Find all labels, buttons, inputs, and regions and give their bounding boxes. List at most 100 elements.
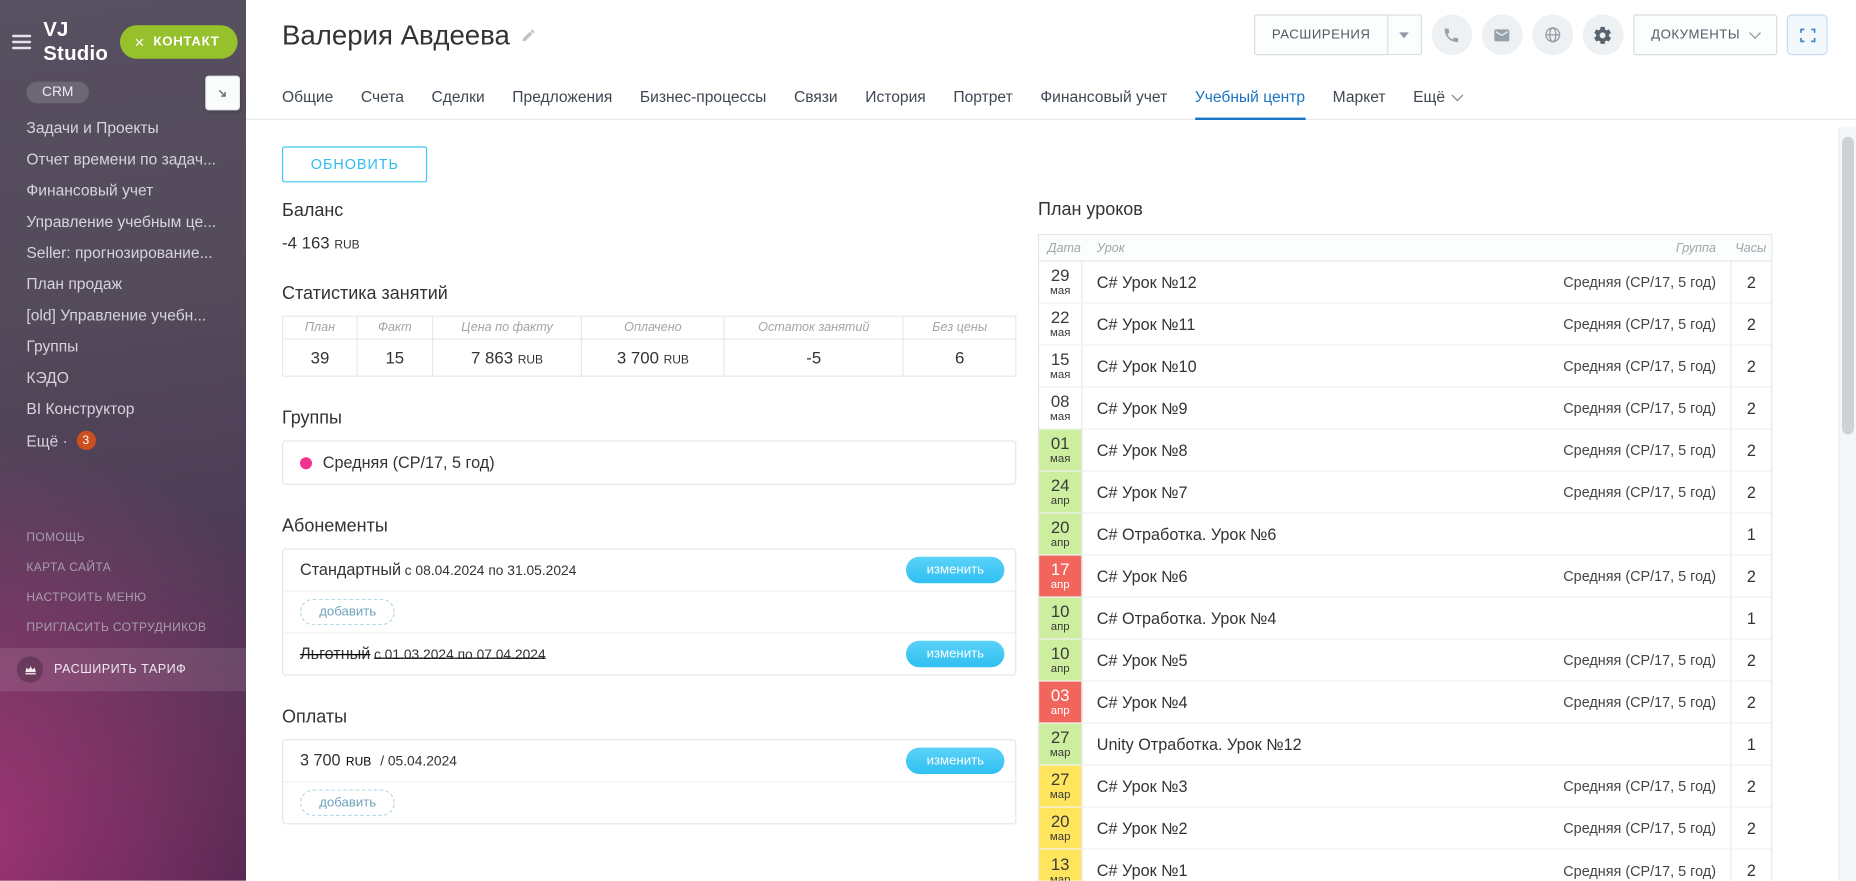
lesson-date-cell: 10 апр [1039, 598, 1082, 639]
extensions-dropdown-button[interactable] [1388, 14, 1422, 55]
tab[interactable]: История [865, 77, 926, 120]
refresh-button[interactable]: ОБНОВИТЬ [282, 146, 428, 182]
lesson-date-cell: 20 мар [1039, 808, 1082, 849]
sidebar-menu-item[interactable]: Финансовый учет [26, 181, 246, 199]
lesson-name: Unity Отработка. Урок №12 [1097, 735, 1302, 753]
lesson-date-cell: 15 мая [1039, 346, 1082, 387]
balance-value: -4 163 RUB [282, 233, 1019, 252]
sidebar-footer-link[interactable]: НАСТРОИТЬ МЕНЮ [26, 592, 206, 605]
lesson-plan-table: Дата Урок Группа Часы 29 мая [1038, 234, 1772, 881]
sidebar-footer-link[interactable]: ПРИГЛАСИТЬ СОТРУДНИКОВ [26, 622, 206, 635]
sidebar-menu-item[interactable]: План продаж [26, 275, 246, 293]
group-item[interactable]: Средняя (СР/17, 5 год) [282, 440, 1016, 484]
edit-subscription-button[interactable]: изменить [906, 641, 1004, 667]
lesson-date-cell: 24 апр [1039, 472, 1082, 513]
tab[interactable]: Общие [282, 77, 333, 120]
settings-gear-icon[interactable] [1583, 14, 1624, 55]
caret-down-icon [1400, 32, 1410, 38]
lesson-row[interactable]: 17 апр C# Урок №6 Средняя (СР/17, 5 год)… [1039, 556, 1771, 598]
tab[interactable]: Ещё [1413, 77, 1462, 120]
lesson-group: Средняя (СР/17, 5 год) [1563, 316, 1730, 333]
tab[interactable]: Предложения [512, 77, 612, 120]
add-subscription-button[interactable]: добавить [300, 599, 395, 625]
subscription-row: Стандартныйс 08.04.2024 по 31.05.2024 из… [283, 550, 1015, 592]
sidebar-menu-item[interactable]: Seller: прогнозирование... [26, 244, 246, 262]
edit-payment-button[interactable]: изменить [906, 748, 1004, 774]
close-icon[interactable]: × [134, 34, 145, 51]
add-payment-button[interactable]: добавить [300, 790, 395, 816]
stats-value: 15 [357, 339, 432, 376]
globe-icon[interactable] [1532, 14, 1573, 55]
lesson-row[interactable]: 27 мар Unity Отработка. Урок №12 1 [1039, 724, 1771, 766]
sidebar-menu-item[interactable]: [old] Управление учебн... [26, 306, 246, 324]
fullscreen-icon[interactable] [1787, 14, 1828, 55]
lesson-row[interactable]: 08 мая C# Урок №9 Средняя (СР/17, 5 год)… [1039, 388, 1771, 430]
vertical-scrollbar[interactable] [1838, 127, 1856, 881]
crm-badge: CRM [26, 82, 89, 104]
phone-icon[interactable] [1432, 14, 1473, 55]
tab[interactable]: Финансовый учет [1040, 77, 1167, 120]
lesson-row[interactable]: 01 мая C# Урок №8 Средняя (СР/17, 5 год)… [1039, 430, 1771, 472]
lesson-hours: 1 [1730, 598, 1771, 639]
documents-button[interactable]: ДОКУМЕНТЫ [1633, 14, 1777, 55]
stats-value: -5 [724, 339, 904, 376]
extensions-button[interactable]: РАСШИРЕНИЯ [1254, 14, 1389, 55]
sidebar-footer-link[interactable]: КАРТА САЙТА [26, 562, 206, 575]
sidebar-menu-item[interactable]: Отчет времени по задач... [26, 150, 246, 168]
lesson-row[interactable]: 10 апр C# Отработка. Урок №4 1 [1039, 598, 1771, 640]
lesson-row[interactable]: 13 мар C# Урок №1 Средняя (СР/17, 5 год)… [1039, 850, 1771, 881]
lesson-name: C# Урок №3 [1097, 777, 1188, 795]
tab[interactable]: Связи [794, 77, 838, 120]
lesson-row[interactable]: 10 апр C# Урок №5 Средняя (СР/17, 5 год)… [1039, 640, 1771, 682]
app-logo[interactable]: VJ Studio [43, 18, 108, 66]
lesson-row[interactable]: 24 апр C# Урок №7 Средняя (СР/17, 5 год)… [1039, 472, 1771, 514]
contact-entity-button[interactable]: × КОНТАКТ [120, 25, 237, 59]
sidebar-footer-links: ПОМОЩЬ КАРТА САЙТА НАСТРОИТЬ МЕНЮ ПРИГЛА… [26, 532, 206, 652]
sidebar-footer-link[interactable]: ПОМОЩЬ [26, 532, 206, 545]
tab[interactable]: Сделки [432, 77, 485, 120]
sidebar-menu-item-label: Задачи и Проекты [26, 119, 158, 137]
tab[interactable]: Учебный центр [1195, 77, 1305, 120]
lesson-hours: 1 [1730, 724, 1771, 765]
lesson-row[interactable]: 29 мая C# Урок №12 Средняя (СР/17, 5 год… [1039, 262, 1771, 304]
main-area: Валерия Авдеева РАСШИРЕНИЯ [246, 0, 1856, 881]
edit-subscription-button[interactable]: изменить [906, 557, 1004, 583]
groups-title: Группы [282, 408, 1019, 428]
lesson-name: C# Урок №7 [1097, 483, 1188, 501]
documents-button-label: ДОКУМЕНТЫ [1651, 28, 1740, 42]
collapse-sidebar-button[interactable] [205, 76, 240, 111]
lesson-date-cell: 10 апр [1039, 640, 1082, 681]
tab[interactable]: Бизнес-процессы [640, 77, 766, 120]
tab[interactable]: Счета [361, 77, 404, 120]
tab[interactable]: Портрет [953, 77, 1012, 120]
edit-title-icon[interactable] [521, 28, 537, 44]
sidebar-menu-item[interactable]: Группы [26, 337, 246, 355]
sidebar-menu-item[interactable]: Задачи и Проекты [26, 119, 246, 137]
hamburger-menu-icon[interactable] [12, 31, 31, 53]
tab[interactable]: Маркет [1333, 77, 1386, 120]
lesson-row[interactable]: 03 апр C# Урок №4 Средняя (СР/17, 5 год)… [1039, 682, 1771, 724]
lesson-date-cell: 27 мар [1039, 766, 1082, 807]
lesson-row[interactable]: 22 мая C# Урок №11 Средняя (СР/17, 5 год… [1039, 304, 1771, 346]
payments-box: 3 700 RUB / 05.04.2024 изменить добавить [282, 739, 1016, 824]
lesson-row[interactable]: 27 мар C# Урок №3 Средняя (СР/17, 5 год)… [1039, 766, 1771, 808]
sidebar-menu-item[interactable]: BI Конструктор [26, 400, 246, 418]
lesson-row[interactable]: 15 мая C# Урок №10 Средняя (СР/17, 5 год… [1039, 346, 1771, 388]
lesson-row[interactable]: 20 мар C# Урок №2 Средняя (СР/17, 5 год)… [1039, 808, 1771, 850]
lesson-date-cell: 22 мая [1039, 304, 1082, 345]
lesson-row[interactable]: 20 апр C# Отработка. Урок №6 1 [1039, 514, 1771, 556]
lesson-date-cell: 08 мая [1039, 388, 1082, 429]
stats-table: План Факт Цена по факту Оплачено Остаток… [282, 316, 1016, 377]
lesson-date-cell: 27 мар [1039, 724, 1082, 765]
lesson-date-cell: 01 мая [1039, 430, 1082, 471]
mail-icon[interactable] [1482, 14, 1523, 55]
lesson-group: Средняя (СР/17, 5 год) [1563, 820, 1730, 837]
scrollbar-thumb[interactable] [1842, 137, 1854, 435]
subscriptions-title: Абонементы [282, 516, 1019, 536]
sidebar-menu-item[interactable]: Ещё · 3 [26, 431, 246, 450]
sidebar-menu-item[interactable]: Управление учебным це... [26, 212, 246, 230]
expand-tariff-button[interactable]: РАСШИРИТЬ ТАРИФ [0, 648, 246, 691]
lesson-table-header: Дата Урок Группа Часы [1039, 235, 1771, 261]
sidebar-menu-item[interactable]: КЭДО [26, 368, 246, 386]
currency-label: RUB [334, 239, 359, 252]
